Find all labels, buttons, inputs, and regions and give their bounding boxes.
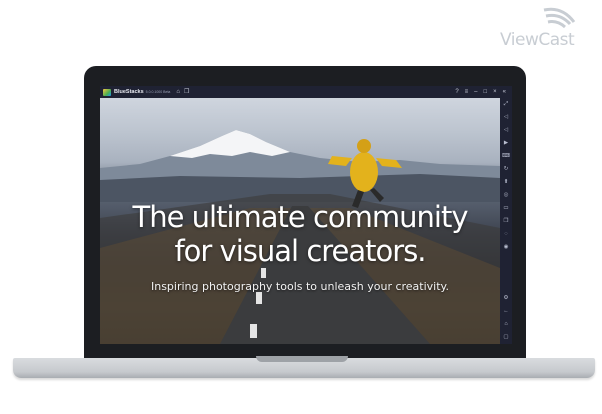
location-icon[interactable]: ◉ [504,241,509,254]
hero-headline-line2: for visual creators. [174,234,426,268]
folder-icon[interactable]: ▭ [503,202,508,215]
volume-up-icon[interactable]: ◁ [504,111,508,124]
home-nav-icon[interactable]: ⌂ [504,318,507,331]
keyboard-icon[interactable]: ⌨ [502,150,510,163]
settings-icon[interactable]: ⚙ [504,292,509,305]
app-name: BlueStacks [114,89,144,95]
hero-subheadline: Inspiring photography tools to unleash y… [150,280,449,293]
fullscreen-icon[interactable]: ⤢ [504,98,508,111]
emulator-sidebar: ⤢ ◁ ◁ ▶ ⌨ ↻ ⬆ ◎ ▭ ❐ ◌ ◉ ⚙ ← ⌂ ▢ [500,98,512,344]
close-icon[interactable]: × [493,86,497,98]
screenshot-icon[interactable]: ◎ [504,189,509,202]
laptop-screen: BlueStacks 5.0.0.1000 Beta ⌂ ❐ ? ≡ – □ ×… [100,86,512,344]
rotate-icon[interactable]: ↻ [504,163,509,176]
app-hero-image: The ultimate community for visual creato… [100,98,500,344]
install-apk-icon[interactable]: ⬆ [504,176,509,189]
emulator-titlebar: BlueStacks 5.0.0.1000 Beta ⌂ ❐ ? ≡ – □ ×… [100,86,512,98]
video-icon[interactable]: ▶ [504,137,508,150]
help-icon[interactable]: ? [455,86,458,98]
laptop-base-notch [256,356,348,362]
eco-mode-icon[interactable]: ◌ [504,228,507,241]
copy-icon[interactable]: ❐ [504,215,509,228]
bluestacks-logo-icon [103,88,111,96]
app-version: 5.0.0.1000 Beta [145,90,171,94]
signal-waves-icon [543,7,576,29]
minimize-icon[interactable]: – [474,86,477,98]
multi-instance-icon[interactable]: ❐ [184,86,189,98]
back-icon[interactable]: ← [503,305,509,318]
maximize-icon[interactable]: □ [484,86,488,98]
home-icon[interactable]: ⌂ [176,86,180,98]
collapse-sidebar-icon[interactable]: « [503,86,506,98]
recents-icon[interactable]: ▢ [503,331,508,344]
viewcast-watermark-logo: ViewCast [500,4,596,52]
volume-down-icon[interactable]: ◁ [504,124,508,137]
window-controls: ? ≡ – □ × « [455,86,506,98]
hero-headline-line1: The ultimate community [132,200,468,234]
watermark-text: ViewCast [500,30,575,50]
menu-icon[interactable]: ≡ [465,86,469,98]
